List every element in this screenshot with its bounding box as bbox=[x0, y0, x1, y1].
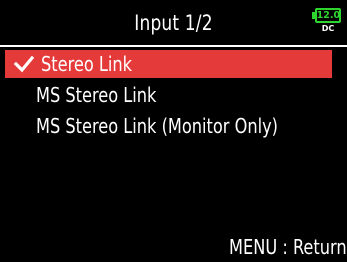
device-screen: Input 1/2 12.0 DC Stereo Link MS Stereo … bbox=[0, 0, 347, 262]
battery-voltage: 12.0 bbox=[316, 9, 340, 21]
option-label: MS Stereo Link (Monitor Only) bbox=[36, 114, 279, 138]
screen-title: Input 1/2 bbox=[134, 11, 213, 35]
power-source-label: DC bbox=[321, 24, 335, 33]
option-stereo-link[interactable]: Stereo Link bbox=[5, 50, 332, 78]
menu-return-hint[interactable]: MENU : Return bbox=[229, 235, 347, 259]
option-label: Stereo Link bbox=[41, 52, 133, 76]
option-ms-stereo-link-monitor-only[interactable]: MS Stereo Link (Monitor Only) bbox=[5, 112, 332, 140]
option-ms-stereo-link[interactable]: MS Stereo Link bbox=[5, 81, 332, 109]
title-divider bbox=[0, 45, 347, 47]
battery-indicator: 12.0 DC bbox=[312, 6, 341, 33]
checkmark-icon bbox=[13, 55, 35, 73]
option-label: MS Stereo Link bbox=[36, 83, 157, 107]
battery-icon: 12.0 bbox=[315, 8, 341, 23]
